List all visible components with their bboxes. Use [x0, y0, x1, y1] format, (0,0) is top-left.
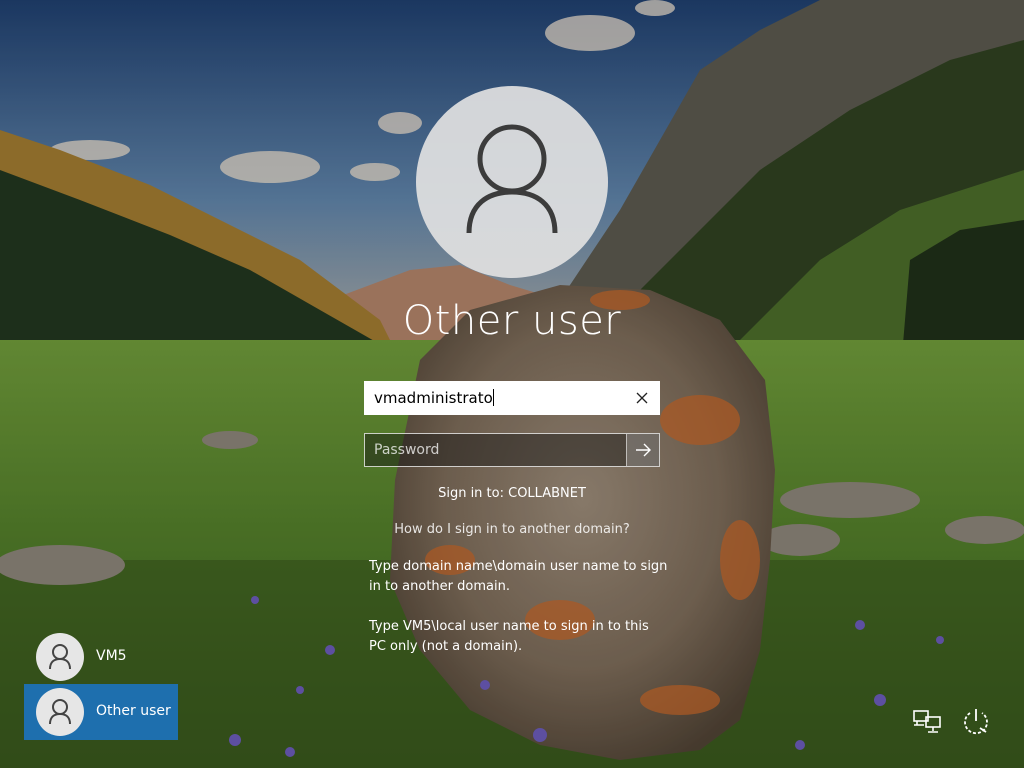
close-icon: [636, 392, 648, 404]
tile-avatar: [36, 633, 84, 681]
network-icon: [913, 710, 941, 733]
password-placeholder: Password: [374, 442, 440, 458]
user-avatar: [416, 86, 608, 278]
help-text-domain: Type domain name\domain user name to sig…: [369, 559, 668, 594]
power-button[interactable]: [958, 704, 994, 740]
tile-avatar: [36, 688, 84, 736]
page-title: Other user: [402, 298, 622, 344]
user-tile-label: Other user: [96, 703, 171, 719]
help-text-local: Type VM5\local user name to sign in to t…: [369, 619, 649, 654]
text-caret: [492, 389, 494, 406]
password-field[interactable]: Password: [364, 433, 660, 467]
clear-button[interactable]: [628, 383, 656, 413]
domain-help-link[interactable]: How do I sign in to another domain?: [312, 522, 712, 537]
user-tile-label: VM5: [96, 648, 127, 664]
user-tile-vm5[interactable]: VM5: [24, 629, 178, 685]
arrow-right-icon: [636, 443, 651, 457]
user-tile-other-user[interactable]: Other user: [24, 684, 178, 740]
lock-screen: Other user vmadministrato Password Sign …: [0, 0, 1024, 768]
network-button[interactable]: [910, 704, 946, 740]
sign-in-domain-label: Sign in to: COLLABNET: [438, 486, 586, 501]
power-icon: [964, 709, 988, 735]
user-icon: [49, 644, 71, 670]
user-icon: [466, 124, 558, 234]
username-field[interactable]: vmadministrato: [364, 381, 660, 415]
user-icon: [49, 699, 71, 725]
submit-button[interactable]: [626, 434, 659, 466]
username-value: vmadministrato: [374, 389, 493, 407]
